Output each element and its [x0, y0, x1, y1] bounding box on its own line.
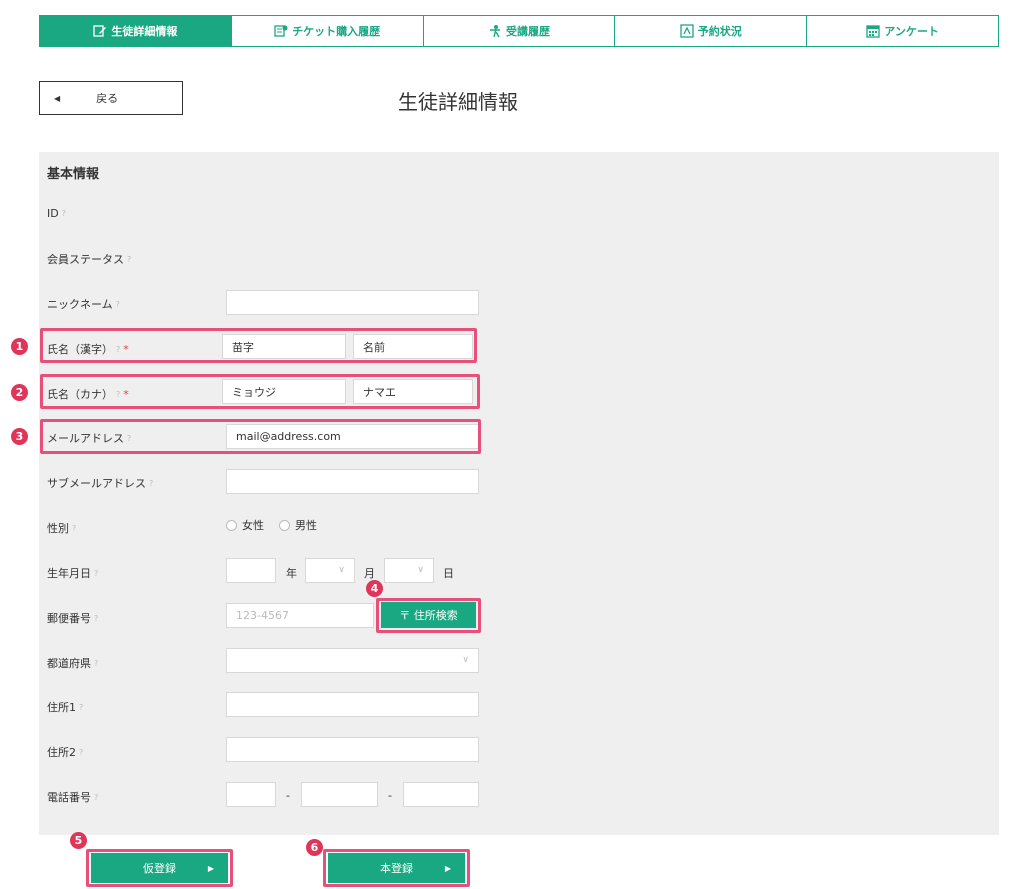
phone-part1-input[interactable] — [226, 782, 276, 807]
ticket-icon — [274, 25, 288, 37]
required-mark: * — [123, 388, 129, 401]
address1-input[interactable] — [226, 692, 479, 717]
reservation-icon — [680, 24, 694, 38]
calendar-icon — [866, 25, 880, 38]
chevron-down-icon: ∨ — [338, 565, 345, 575]
address2-label: 住所2? — [47, 746, 84, 759]
member-status-label: 会員ステータス? — [47, 253, 132, 266]
help-icon[interactable]: ? — [94, 569, 98, 578]
caret-right-icon: ▶ — [207, 863, 214, 873]
phone-separator: - — [286, 789, 290, 802]
radio-male[interactable] — [279, 519, 290, 531]
badge-5: 5 — [70, 832, 87, 849]
badge-3: 3 — [11, 428, 28, 445]
postal-label: 郵便番号? — [47, 612, 99, 625]
nickname-label: ニックネーム? — [47, 298, 120, 311]
help-icon[interactable]: ? — [127, 255, 131, 264]
help-icon[interactable]: ? — [79, 748, 83, 757]
birthday-label: 生年月日? — [47, 567, 99, 580]
tab-ticket-history[interactable]: チケット購入履歴 — [230, 16, 423, 46]
email-label: メールアドレス? — [47, 432, 132, 445]
phone-separator: - — [388, 789, 392, 802]
postal-code-input[interactable]: 123-4567 — [226, 603, 374, 628]
name-kana-label: 氏名（カナ）? * — [47, 388, 129, 401]
help-icon[interactable]: ? — [72, 524, 76, 533]
help-icon[interactable]: ? — [116, 300, 120, 309]
phone-label: 電話番号? — [47, 791, 99, 804]
provisional-register-button[interactable]: 仮登録 ▶ — [91, 853, 228, 883]
birth-day-select[interactable]: ∨ — [384, 558, 434, 583]
id-label: ID? — [47, 207, 66, 220]
year-unit: 年 — [286, 567, 297, 580]
person-icon — [489, 25, 500, 38]
last-name-kanji-input[interactable]: 苗字 — [222, 334, 346, 359]
caret-left-icon: ◀ — [54, 93, 61, 103]
gender-radio-group: 女性 男性 — [226, 517, 327, 533]
address-search-button[interactable]: 〒 住所検索 — [381, 602, 476, 628]
prefecture-label: 都道府県? — [47, 657, 99, 670]
required-mark: * — [123, 343, 129, 356]
caret-right-icon: ▶ — [444, 863, 451, 873]
name-kanji-label: 氏名（漢字）? * — [47, 343, 129, 356]
main-register-button[interactable]: 本登録 ▶ — [328, 853, 465, 883]
help-icon[interactable]: ? — [79, 703, 83, 712]
chevron-down-icon: ∨ — [417, 565, 424, 575]
last-name-kana-input[interactable]: ミョウジ — [222, 379, 346, 404]
phone-part3-input[interactable] — [403, 782, 479, 807]
section-title: 基本情報 — [47, 167, 100, 182]
help-icon[interactable]: ? — [94, 793, 98, 802]
help-icon[interactable]: ? — [62, 209, 66, 218]
help-icon[interactable]: ? — [94, 659, 98, 668]
radio-female[interactable] — [226, 519, 237, 531]
sub-email-input[interactable] — [226, 469, 479, 494]
gender-label: 性別? — [47, 522, 77, 535]
email-input[interactable]: mail@address.com — [226, 424, 479, 449]
first-name-kanji-input[interactable]: 名前 — [353, 334, 473, 359]
tab-bar: 生徒詳細情報 チケット購入履歴 受講履歴 予約状況 アンケート — [39, 15, 999, 47]
edit-icon — [93, 25, 107, 37]
phone-part2-input[interactable] — [301, 782, 378, 807]
tab-survey[interactable]: アンケート — [806, 16, 998, 46]
address2-input[interactable] — [226, 737, 479, 762]
back-button[interactable]: ◀ 戻る — [39, 81, 183, 115]
tab-attendance-history[interactable]: 受講履歴 — [422, 16, 615, 46]
badge-6: 6 — [306, 839, 323, 856]
birth-year-input[interactable] — [226, 558, 276, 583]
help-icon[interactable]: ? — [116, 390, 120, 399]
badge-4: 4 — [366, 580, 383, 597]
tab-reservation-status[interactable]: 予約状況 — [614, 16, 807, 46]
sub-email-label: サブメールアドレス? — [47, 477, 154, 490]
help-icon[interactable]: ? — [127, 434, 131, 443]
chevron-down-icon: ∨ — [462, 655, 469, 665]
badge-1: 1 — [11, 338, 28, 355]
birth-month-select[interactable]: ∨ — [305, 558, 355, 583]
basic-info-panel — [39, 152, 999, 835]
address1-label: 住所1? — [47, 701, 84, 714]
tab-student-detail[interactable]: 生徒詳細情報 — [40, 16, 231, 46]
nickname-input[interactable] — [226, 290, 479, 315]
page-title: 生徒詳細情報 — [398, 90, 518, 114]
month-unit: 月 — [364, 567, 375, 580]
badge-2: 2 — [11, 384, 28, 401]
day-unit: 日 — [443, 567, 454, 580]
first-name-kana-input[interactable]: ナマエ — [353, 379, 473, 404]
help-icon[interactable]: ? — [149, 479, 153, 488]
help-icon[interactable]: ? — [94, 614, 98, 623]
help-icon[interactable]: ? — [116, 345, 120, 354]
prefecture-select[interactable]: ∨ — [226, 648, 479, 673]
